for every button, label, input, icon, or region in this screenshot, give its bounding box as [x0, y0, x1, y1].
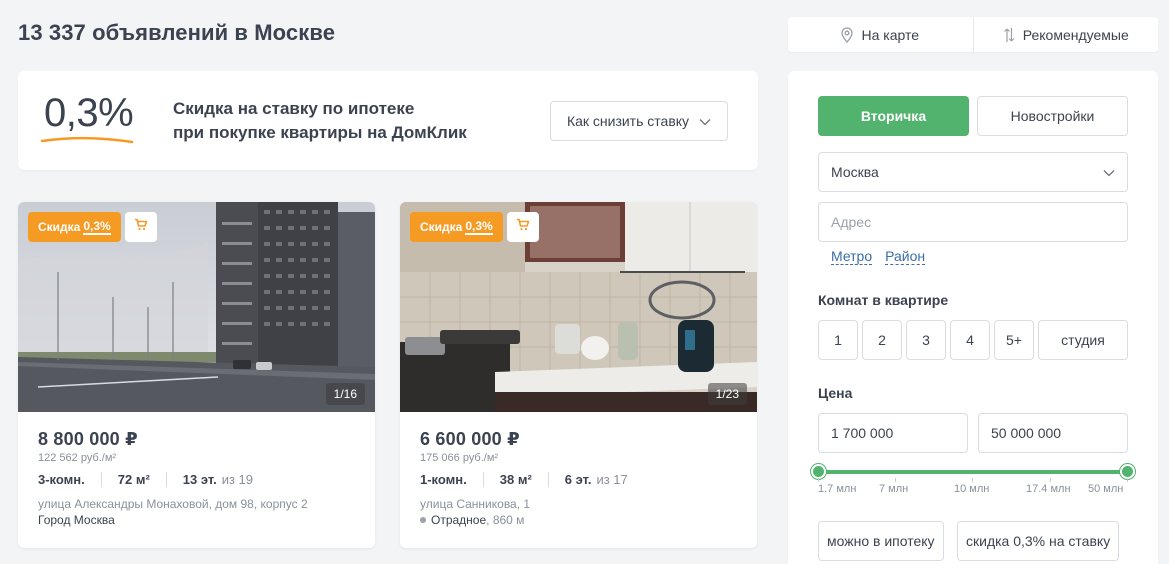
slider-track — [818, 470, 1128, 474]
city-select[interactable]: Москва — [818, 152, 1128, 192]
metro-name: Отрадное — [431, 513, 487, 527]
tick-label: 1.7 млн — [818, 483, 857, 495]
floors-total: из 17 — [596, 472, 628, 487]
room-option-3[interactable]: 3 — [906, 320, 946, 360]
address-input[interactable] — [831, 214, 1115, 230]
discount-badge-percent: 0,3% — [465, 218, 493, 235]
listing-address: улица Санникова, 1 — [420, 497, 531, 511]
discount-badge: Скидка 0,3% — [28, 212, 121, 242]
district-link[interactable]: Район — [885, 248, 926, 265]
rooms-selector: 1 2 3 4 5+ студия — [818, 320, 1128, 360]
slider-max-handle[interactable] — [1120, 464, 1135, 479]
top-actions: На карте Рекомендуемые — [788, 17, 1158, 52]
listing-info: 8 800 000 ₽ 122 562 руб./м² 3-комн. 72 м… — [18, 412, 375, 528]
photo-counter: 1/23 — [707, 383, 747, 405]
cart-badge[interactable] — [507, 212, 539, 242]
room-option-5plus[interactable]: 5+ — [994, 320, 1034, 360]
metro-link[interactable]: Метро — [831, 248, 873, 265]
metro-station: Отрадное, 860 м — [420, 512, 737, 528]
price-per-m2: 122 562 руб./м² — [38, 452, 117, 464]
tick-label: 50 млн — [1088, 483, 1124, 495]
listing-params: 1-комн. 38 м² 6 эт. из 17 — [420, 472, 737, 487]
listing-photo[interactable]: Скидка 0,3% 1/16 — [18, 202, 375, 412]
room-option-2[interactable]: 2 — [862, 320, 902, 360]
promo-rate: 0,3% — [44, 91, 134, 135]
listing-params: 3-комн. 72 м² 13 эт. из 19 — [38, 472, 355, 487]
sort-icon — [1003, 26, 1015, 44]
chevron-down-icon — [1103, 164, 1115, 180]
location-links: Метро Район — [831, 248, 926, 265]
divider — [547, 472, 549, 487]
map-view-button[interactable]: На карте — [788, 17, 973, 52]
filters-panel: Вторичка Новостройки Москва Метро Район … — [788, 71, 1158, 564]
chevron-down-icon — [699, 113, 711, 129]
floor: 6 эт. — [564, 472, 592, 487]
photo-counter: 1/16 — [325, 383, 365, 405]
room-option-1[interactable]: 1 — [818, 320, 858, 360]
promo-underline-icon — [40, 136, 134, 144]
listing-info: 6 600 000 ₽ 175 066 руб./м² 1-комн. 38 м… — [400, 412, 757, 528]
area: 72 м² — [117, 472, 150, 487]
price-min-field[interactable] — [818, 413, 968, 453]
sort-button[interactable]: Рекомендуемые — [972, 17, 1159, 52]
map-view-label: На карте — [861, 26, 920, 43]
discount-badge: Скидка 0,3% — [410, 212, 503, 242]
listing-card[interactable]: Скидка 0,3% 1/16 8 800 000 ₽ 122 562 руб… — [18, 202, 375, 548]
slider-tick-labels: 1.7 млн 7 млн 10 млн 17.4 млн 50 млн — [818, 483, 1128, 499]
price-min-input[interactable] — [831, 425, 955, 441]
listing-price: 6 600 000 ₽ — [420, 429, 520, 449]
address-field[interactable] — [818, 202, 1128, 242]
floors-total: из 19 — [221, 472, 253, 487]
divider — [165, 472, 167, 487]
promo-line-2: при покупке квартиры на ДомКлик — [173, 123, 467, 142]
cart-icon — [516, 218, 530, 236]
price-label: Цена — [818, 385, 853, 401]
room-option-studio[interactable]: студия — [1038, 320, 1128, 360]
price-max-field[interactable] — [978, 413, 1128, 453]
listing-city: Город Москва — [38, 513, 115, 527]
price-max-input[interactable] — [991, 425, 1115, 441]
rooms-count: 1-комн. — [420, 472, 467, 487]
metro-distance: , 860 м — [486, 513, 525, 527]
room-option-4[interactable]: 4 — [950, 320, 990, 360]
discount-badge-prefix: Скидка — [38, 220, 81, 234]
cart-badge[interactable] — [125, 212, 157, 242]
page-title: 13 337 объявлений в Москве — [18, 20, 336, 45]
map-pin-icon — [841, 26, 854, 43]
sort-label: Рекомендуемые — [1022, 26, 1129, 43]
promo-text: Скидка на ставку по ипотеке при покупке … — [173, 97, 467, 145]
mortgage-promo-banner: 0,3% Скидка на ставку по ипотеке при пок… — [18, 71, 758, 170]
area: 38 м² — [499, 472, 532, 487]
slider-min-handle[interactable] — [811, 464, 826, 479]
discount-badge-prefix: Скидка — [420, 220, 463, 234]
listing-photo[interactable]: Скидка 0,3% 1/23 — [400, 202, 757, 412]
metro-dot-icon — [420, 517, 426, 523]
rooms-count: 3-комн. — [38, 472, 85, 487]
floor: 13 эт. — [182, 472, 217, 487]
tick-label: 7 млн — [879, 483, 909, 495]
tab-secondary[interactable]: Вторичка — [818, 96, 969, 136]
how-to-lower-rate-button[interactable]: Как снизить ставку — [550, 101, 728, 141]
tab-new-buildings[interactable]: Новостройки — [977, 96, 1128, 136]
cart-icon — [134, 218, 148, 236]
city-value: Москва — [831, 164, 879, 180]
rooms-label: Комнат в квартире — [818, 292, 949, 308]
listing-price: 8 800 000 ₽ — [38, 429, 138, 449]
divider — [482, 472, 484, 487]
rate-discount-chip[interactable]: скидка 0,3% на ставку — [957, 521, 1120, 561]
tick-label: 10 млн — [954, 483, 990, 495]
listing-card[interactable]: Скидка 0,3% 1/23 6 600 000 ₽ 175 066 руб… — [400, 202, 757, 548]
price-per-m2: 175 066 руб./м² — [420, 452, 499, 464]
discount-badge-percent: 0,3% — [83, 218, 111, 235]
tick-label: 17.4 млн — [1026, 483, 1071, 495]
promo-line-1: Скидка на ставку по ипотеке — [173, 99, 415, 118]
mortgage-available-chip[interactable]: можно в ипотеку — [818, 521, 944, 561]
divider — [100, 472, 102, 487]
how-to-lower-rate-label: Как снизить ставку — [566, 113, 690, 129]
listing-address: улица Александры Монаховой, дом 98, корп… — [38, 497, 308, 511]
